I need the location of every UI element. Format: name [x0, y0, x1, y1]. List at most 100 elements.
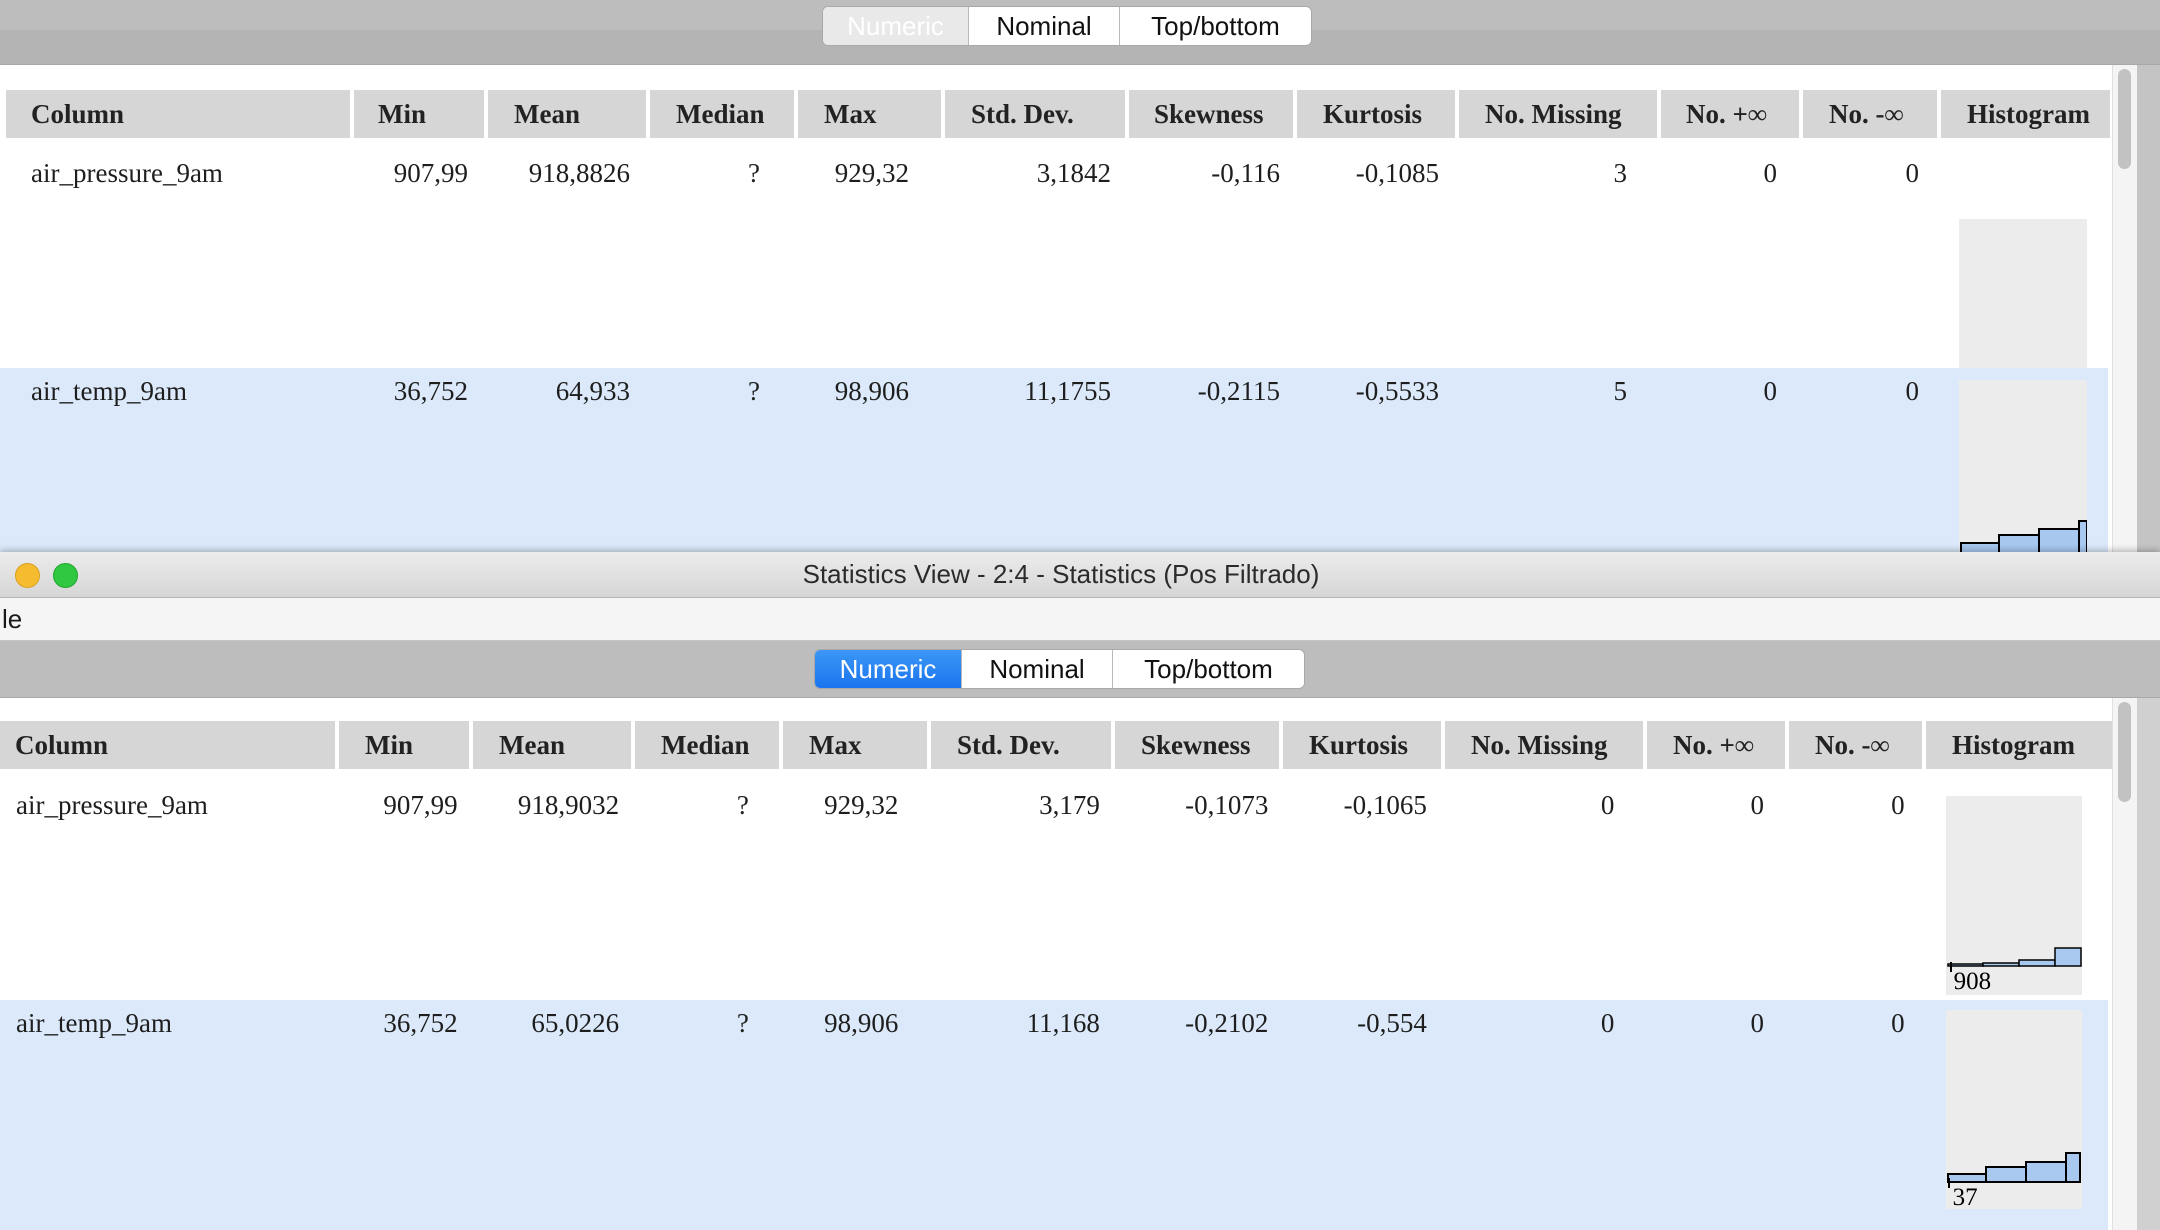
vertical-scrollbar[interactable]	[2112, 65, 2137, 560]
histogram-min-label: 37	[1952, 1184, 1978, 1211]
cell-mean: 918,8826	[528, 158, 630, 188]
cell-max: 929,32	[834, 158, 909, 188]
cell-no-missing: 0	[1600, 1008, 1615, 1038]
cell-column: air_temp_9am	[31, 376, 187, 406]
histogram	[1959, 380, 2087, 560]
header-std-dev[interactable]: Std. Dev.	[945, 90, 1125, 138]
header-skewness[interactable]: Skewness	[1115, 721, 1279, 769]
window-titlebar[interactable]: Statistics View - 2:4 - Statistics (Pos …	[0, 552, 2160, 598]
header-column[interactable]: Column	[0, 721, 335, 769]
cell-no-neg-inf: 0	[1905, 376, 1920, 406]
table-row[interactable]: air_pressure_9am 907,99 918,9032 ? 929,3…	[0, 782, 2108, 1000]
header-min[interactable]: Min	[339, 721, 469, 769]
header-no-missing[interactable]: No. Missing	[1459, 90, 1657, 138]
histogram-chart	[1960, 520, 2087, 554]
window-title: Statistics View - 2:4 - Statistics (Pos …	[802, 559, 1320, 589]
cell-skewness: -0,116	[1211, 158, 1280, 188]
cell-kurtosis: -0,1085	[1355, 158, 1439, 188]
header-min[interactable]: Min	[354, 90, 484, 138]
tab-top-bottom[interactable]: Top/bottom	[1120, 7, 1311, 45]
cell-no-neg-inf: 0	[1905, 158, 1920, 188]
cell-min: 907,99	[393, 158, 468, 188]
cell-skewness: -0,2102	[1185, 1008, 1269, 1038]
header-histogram[interactable]: Histogram	[1941, 90, 2110, 138]
cell-mean: 64,933	[555, 376, 630, 406]
cell-no-pos-inf: 0	[1750, 790, 1764, 820]
histogram-min-label: 908	[1953, 968, 1992, 995]
cell-median: ?	[736, 1008, 749, 1038]
background-statistics-window: Numeric Nominal Top/bottom Column Min Me…	[0, 0, 2160, 560]
header-no-missing[interactable]: No. Missing	[1445, 721, 1643, 769]
cell-std-dev: 3,179	[1039, 790, 1100, 820]
histogram: 908	[1959, 219, 2087, 368]
cell-max: 98,906	[834, 376, 909, 406]
statistics-view-window: Statistics View - 2:4 - Statistics (Pos …	[0, 552, 2160, 1230]
header-column[interactable]: Column	[6, 90, 350, 138]
header-max[interactable]: Max	[798, 90, 941, 138]
scrollbar-thumb[interactable]	[2118, 702, 2131, 802]
table-row[interactable]: air_pressure_9am 907,99 918,8826 ? 929,3…	[0, 150, 2108, 368]
header-median[interactable]: Median	[635, 721, 779, 769]
tab-numeric[interactable]: Numeric	[823, 7, 969, 45]
histogram: 908	[1945, 796, 2082, 995]
statistics-table-pane: Column Min Mean Median Max Std. Dev. Ske…	[0, 698, 2137, 1230]
histogram-chart	[1959, 219, 2087, 368]
header-kurtosis[interactable]: Kurtosis	[1297, 90, 1455, 138]
cell-no-missing: 5	[1613, 376, 1628, 406]
tab-nominal[interactable]: Nominal	[962, 650, 1113, 688]
scrollbar-thumb[interactable]	[2118, 69, 2131, 169]
table-row[interactable]: air_temp_9am 36,752 64,933 ? 98,906 11,1…	[0, 368, 2108, 560]
histogram-chart	[1946, 947, 2082, 972]
tab-top-bottom[interactable]: Top/bottom	[1113, 650, 1304, 688]
header-max[interactable]: Max	[783, 721, 927, 769]
cell-no-neg-inf: 0	[1891, 1008, 1905, 1038]
cell-kurtosis: -0,5533	[1355, 376, 1439, 406]
cell-max: 929,32	[824, 790, 899, 820]
cell-min: 907,99	[383, 790, 458, 820]
table-header: Column Min Mean Median Max Std. Dev. Ske…	[0, 721, 2114, 769]
table-row[interactable]: air_temp_9am 36,752 65,0226 ? 98,906 11,…	[0, 1000, 2108, 1230]
menu-file[interactable]: le	[0, 598, 22, 640]
cell-histogram	[1935, 368, 2104, 560]
cell-no-pos-inf: 0	[1763, 376, 1778, 406]
header-median[interactable]: Median	[650, 90, 794, 138]
view-tabs: Numeric Nominal Top/bottom	[814, 649, 1305, 689]
cell-skewness: -0,1073	[1185, 790, 1269, 820]
tab-numeric[interactable]: Numeric	[815, 650, 962, 688]
cell-kurtosis: -0,554	[1357, 1008, 1427, 1038]
cell-min: 36,752	[383, 1008, 458, 1038]
header-no-pos-inf[interactable]: No. +∞	[1647, 721, 1785, 769]
header-mean[interactable]: Mean	[473, 721, 631, 769]
cell-mean: 65,0226	[531, 1008, 620, 1038]
header-no-pos-inf[interactable]: No. +∞	[1661, 90, 1799, 138]
vertical-scrollbar[interactable]	[2112, 698, 2137, 1230]
header-std-dev[interactable]: Std. Dev.	[931, 721, 1111, 769]
menu-bar: le	[0, 598, 2160, 641]
header-no-neg-inf[interactable]: No. -∞	[1803, 90, 1937, 138]
cell-std-dev: 11,1755	[1024, 376, 1111, 406]
header-kurtosis[interactable]: Kurtosis	[1283, 721, 1441, 769]
tab-nominal[interactable]: Nominal	[969, 7, 1120, 45]
histogram: 37	[1945, 1010, 2082, 1211]
header-histogram[interactable]: Histogram	[1926, 721, 2114, 769]
cell-histogram: 908	[1921, 782, 2108, 1000]
cell-mean: 918,9032	[517, 790, 620, 820]
cell-column: air_pressure_9am	[31, 158, 223, 188]
cell-no-pos-inf: 0	[1763, 158, 1778, 188]
cell-histogram: 908	[1935, 150, 2104, 368]
cell-max: 98,906	[824, 1008, 899, 1038]
background-view-tabs: Numeric Nominal Top/bottom	[822, 6, 1312, 46]
header-no-neg-inf[interactable]: No. -∞	[1789, 721, 1922, 769]
background-table-pane: Column Min Mean Median Max Std. Dev. Ske…	[0, 65, 2137, 560]
cell-no-neg-inf: 0	[1891, 790, 1905, 820]
cell-kurtosis: -0,1065	[1343, 790, 1427, 820]
header-mean[interactable]: Mean	[488, 90, 646, 138]
cell-min: 36,752	[393, 376, 468, 406]
cell-column: air_pressure_9am	[16, 790, 208, 820]
histogram-chart	[1946, 1152, 2081, 1188]
header-skewness[interactable]: Skewness	[1129, 90, 1293, 138]
cell-no-pos-inf: 0	[1750, 1008, 1764, 1038]
cell-no-missing: 3	[1613, 158, 1628, 188]
cell-std-dev: 3,1842	[1036, 158, 1111, 188]
cell-std-dev: 11,168	[1026, 1008, 1100, 1038]
